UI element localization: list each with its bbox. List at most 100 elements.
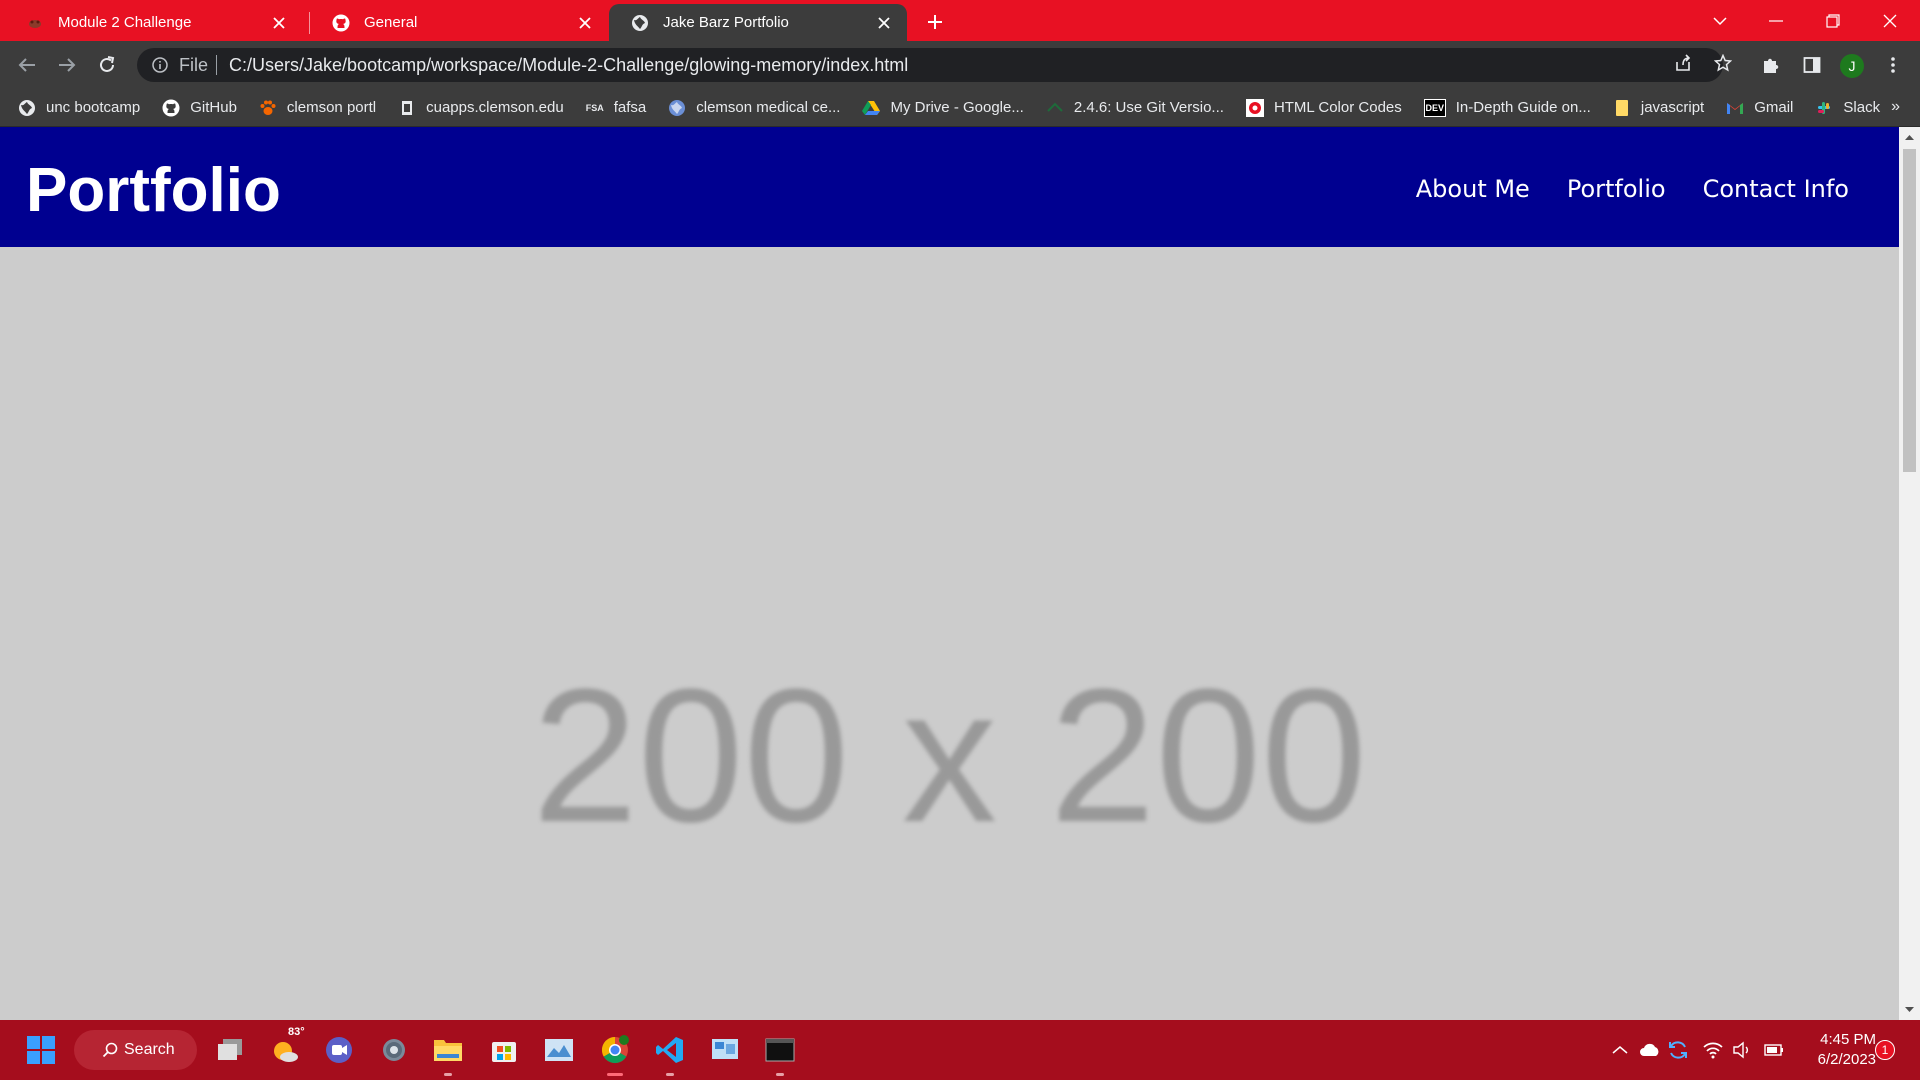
clock-date: 6/2/2023 bbox=[1817, 1051, 1876, 1068]
teams-chat-button[interactable] bbox=[319, 1030, 359, 1070]
running-indicator bbox=[444, 1073, 452, 1076]
show-hidden-icons-button[interactable] bbox=[1608, 1038, 1632, 1062]
bookmark-slack[interactable]: Slack bbox=[1815, 99, 1880, 117]
notification-badge[interactable]: 1 bbox=[1875, 1040, 1895, 1060]
nav-link-about-me[interactable]: About Me bbox=[1416, 175, 1530, 203]
folder-icon bbox=[1613, 99, 1631, 117]
bookmark-gmail[interactable]: Gmail bbox=[1726, 99, 1793, 117]
module-favicon-icon bbox=[29, 19, 41, 28]
search-icon bbox=[102, 1042, 118, 1058]
battery-icon bbox=[1764, 1044, 1783, 1056]
close-tab-icon[interactable] bbox=[574, 12, 596, 34]
back-button[interactable] bbox=[12, 50, 42, 80]
start-button[interactable] bbox=[21, 1030, 61, 1070]
tab-module-2-challenge[interactable]: Module 2 Challenge bbox=[4, 4, 302, 41]
color-icon bbox=[1245, 98, 1264, 117]
scroll-down-icon[interactable] bbox=[1904, 1004, 1915, 1015]
bookmark-html-color-codes[interactable]: HTML Color Codes bbox=[1245, 98, 1402, 117]
omnibox-divider bbox=[216, 55, 218, 75]
plus-icon bbox=[928, 15, 942, 29]
bookmark-javascript-folder[interactable]: javascript bbox=[1613, 99, 1704, 117]
scroll-up-icon[interactable] bbox=[1904, 132, 1915, 143]
menu-button[interactable] bbox=[1878, 50, 1908, 80]
bookmark-cuapps[interactable]: cuapps.clemson.edu bbox=[398, 99, 564, 117]
web-page-viewport: Portfolio About Me Portfolio Contact Inf… bbox=[0, 127, 1899, 1020]
github-icon bbox=[162, 99, 180, 117]
battery-tray[interactable] bbox=[1761, 1038, 1785, 1062]
bookmark-unc-bootcamp[interactable]: unc bootcamp bbox=[18, 99, 140, 117]
photos-app-button[interactable] bbox=[539, 1030, 579, 1070]
control-panel-button[interactable] bbox=[705, 1030, 745, 1070]
taskbar-search[interactable]: Search bbox=[74, 1030, 197, 1070]
share-button[interactable] bbox=[1668, 48, 1698, 78]
chrome-button[interactable] bbox=[595, 1030, 635, 1076]
settings-app-button[interactable] bbox=[374, 1030, 414, 1070]
weather-widget[interactable]: 83° bbox=[266, 1026, 306, 1070]
close-tab-icon[interactable] bbox=[873, 12, 895, 34]
terminal-button[interactable] bbox=[760, 1030, 800, 1076]
bookmark-fafsa[interactable]: FSA fafsa bbox=[586, 99, 647, 117]
chrome-icon bbox=[601, 1035, 629, 1064]
side-panel-button[interactable] bbox=[1797, 50, 1827, 80]
extensions-button[interactable] bbox=[1756, 50, 1786, 80]
bookmark-github[interactable]: GitHub bbox=[162, 99, 237, 117]
volume-tray[interactable] bbox=[1730, 1038, 1754, 1062]
bookmark-my-drive[interactable]: My Drive - Google... bbox=[862, 99, 1024, 117]
close-window-button[interactable] bbox=[1862, 0, 1918, 41]
url-text[interactable]: C:/Users/Jake/bootcamp/workspace/Module-… bbox=[229, 55, 908, 76]
globe-icon bbox=[18, 99, 36, 117]
tab-jake-barz-portfolio[interactable]: Jake Barz Portfolio bbox=[609, 4, 907, 41]
file-explorer-button[interactable] bbox=[428, 1030, 468, 1076]
bookmark-git-version[interactable]: 2.4.6: Use Git Versio... bbox=[1046, 99, 1224, 117]
taskbar-clock[interactable]: 4:45 PM 6/2/2023 bbox=[1796, 1030, 1876, 1070]
bookmark-clemson-portl[interactable]: clemson portl bbox=[259, 99, 376, 117]
info-icon[interactable] bbox=[149, 54, 171, 76]
drive-icon bbox=[862, 99, 881, 117]
windows-taskbar: Search 83° 4:45 PM 6/2/2023 1 bbox=[0, 1020, 1920, 1080]
bookmark-in-depth-guide[interactable]: DEV In-Depth Guide on... bbox=[1423, 98, 1591, 117]
globe-icon bbox=[632, 14, 648, 31]
sync-tray[interactable] bbox=[1666, 1038, 1690, 1062]
page-scrollbar[interactable] bbox=[1899, 127, 1920, 1020]
minimize-button[interactable] bbox=[1748, 0, 1804, 41]
bookmark-label: My Drive - Google... bbox=[890, 99, 1024, 116]
bookmark-star-button[interactable] bbox=[1708, 48, 1738, 78]
tab-search-button[interactable] bbox=[1692, 0, 1748, 41]
address-bar[interactable]: File C:/Users/Jake/bootcamp/workspace/Mo… bbox=[137, 48, 1723, 82]
minimize-icon bbox=[1769, 19, 1783, 22]
side-panel-icon bbox=[1803, 57, 1821, 73]
wifi-tray[interactable] bbox=[1701, 1038, 1725, 1062]
microsoft-store-button[interactable] bbox=[484, 1030, 524, 1070]
bookmarks-overflow-button[interactable]: » bbox=[1891, 98, 1900, 116]
search-label: Search bbox=[124, 1041, 175, 1058]
restore-button[interactable] bbox=[1805, 0, 1861, 41]
bookmark-label: unc bootcamp bbox=[46, 99, 141, 116]
cloud-icon bbox=[1640, 1043, 1659, 1056]
bookmark-clemson-medical[interactable]: clemson medical ce... bbox=[668, 99, 840, 117]
bookmark-label: HTML Color Codes bbox=[1273, 99, 1402, 116]
globe-icon bbox=[668, 99, 686, 117]
nav-link-contact-info[interactable]: Contact Info bbox=[1703, 175, 1849, 203]
close-tab-icon[interactable] bbox=[268, 12, 290, 34]
bookmark-label: clemson medical ce... bbox=[696, 99, 841, 116]
speaker-icon bbox=[1733, 1041, 1748, 1059]
forward-button[interactable] bbox=[52, 50, 82, 80]
vscode-button[interactable] bbox=[650, 1030, 690, 1076]
folder-icon bbox=[434, 1040, 462, 1061]
bookmarks-bar: unc bootcamp GitHub clemson portl cuapps… bbox=[0, 89, 1920, 127]
nav-link-portfolio[interactable]: Portfolio bbox=[1567, 175, 1666, 203]
tab-title: Module 2 Challenge bbox=[58, 14, 192, 31]
running-indicator bbox=[666, 1073, 674, 1076]
arrow-right-icon bbox=[59, 58, 76, 72]
running-indicator bbox=[776, 1073, 784, 1076]
scroll-thumb[interactable] bbox=[1903, 149, 1916, 472]
onedrive-tray[interactable] bbox=[1638, 1038, 1662, 1062]
profile-avatar[interactable]: J bbox=[1840, 54, 1864, 78]
new-tab-button[interactable] bbox=[921, 8, 949, 36]
tab-general[interactable]: General bbox=[310, 4, 608, 41]
task-view-button[interactable] bbox=[210, 1030, 250, 1070]
reload-button[interactable] bbox=[92, 50, 122, 80]
task-view-icon bbox=[218, 1039, 242, 1060]
vscode-icon bbox=[656, 1037, 683, 1063]
close-icon bbox=[1883, 14, 1897, 27]
